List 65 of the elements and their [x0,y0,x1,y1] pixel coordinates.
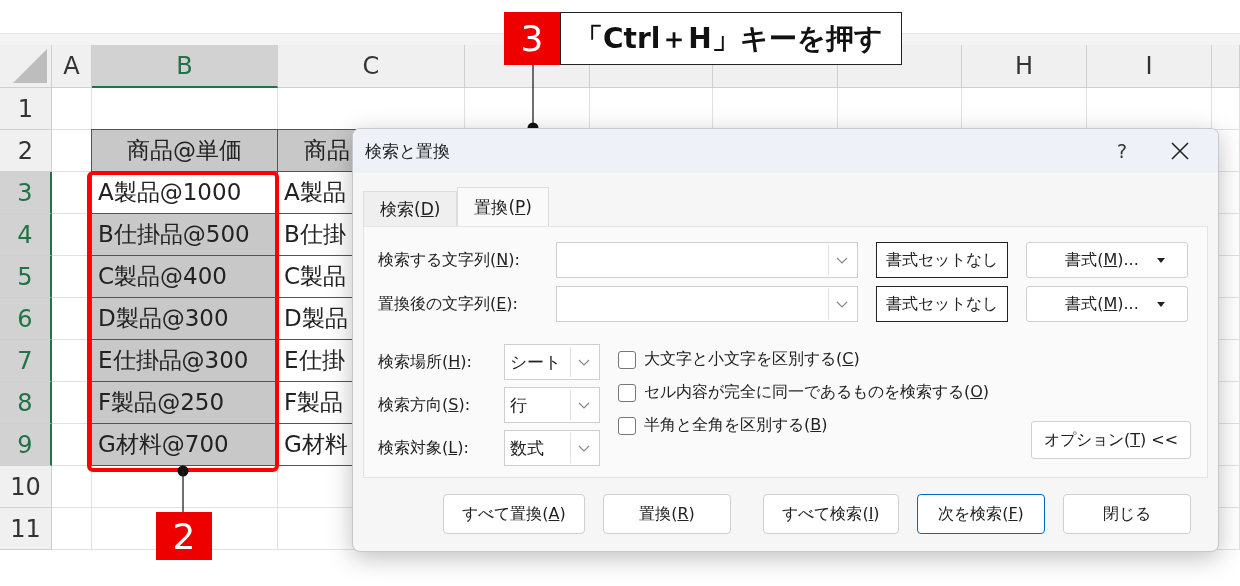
dialog-button[interactable]: 置換(R) [603,494,731,534]
table-cell: F製品@250 [91,381,278,424]
dropdown[interactable]: 行 [504,387,600,423]
clear-format-button[interactable]: 書式セットなし [876,242,1008,278]
table-cell: G材料@700 [91,423,278,466]
dialog-button[interactable]: すべて検索(I) [763,494,899,534]
row-header[interactable]: 4 [0,214,52,256]
table-cell: C製品@400 [91,255,278,298]
row-header[interactable]: 2 [0,130,52,172]
table-cell: D製品@300 [91,297,278,340]
close-icon [1171,142,1189,160]
options-button[interactable]: オプション(T) << [1031,421,1191,459]
chevron-down-icon [578,444,590,452]
dropdown[interactable]: 数式 [504,430,600,466]
leader-line [177,465,189,513]
chevron-down-icon [836,300,848,308]
column-header[interactable]: B [92,45,278,88]
callout-tooltip: 「Ctrl＋H」キーを押す [560,12,902,65]
row-header[interactable]: 6 [0,298,52,340]
step-number: 3 [504,12,560,65]
table-cell: E仕掛品@300 [91,339,278,382]
checkbox-label: 大文字と小文字を区別する(C) [644,349,860,370]
table-cell: B仕掛品@500 [91,213,278,256]
header-cell: 商品@単価 [91,129,278,172]
dropdown[interactable]: シート [504,344,600,380]
window-title: 検索と置換 [365,139,451,163]
chevron-down-icon [578,401,590,409]
caret-icon [1156,257,1165,263]
row-header[interactable]: 9 [0,424,52,466]
dialog-button[interactable]: 閉じる [1063,494,1191,534]
grid-cell [1212,88,1240,130]
row-header[interactable]: 8 [0,382,52,424]
grid-cell [52,466,92,508]
tab[interactable]: 検索(D) [363,191,458,226]
column-header[interactable]: I [1087,45,1212,88]
corner-cell[interactable] [0,45,52,88]
checkbox-label: 半角と全角を区別する(B) [644,415,828,436]
column-header[interactable]: A [52,45,92,88]
checkbox-label: セル内容が完全に同一であるものを検索する(O) [644,382,990,403]
row-header[interactable]: 1 [0,88,52,130]
dialog-button[interactable]: 次を検索(F) [917,494,1045,534]
row-header[interactable]: 10 [0,466,52,508]
row-header[interactable]: 5 [0,256,52,298]
grid-cell [52,508,92,550]
checkbox[interactable] [618,350,636,369]
format-button[interactable]: 書式(M)... [1026,242,1188,278]
format-button[interactable]: 書式(M)... [1026,286,1188,322]
row-header[interactable]: 7 [0,340,52,382]
clear-format-button[interactable]: 書式セットなし [876,286,1008,322]
checkbox[interactable] [618,416,636,435]
chevron-down-icon [836,256,848,264]
dialog-button[interactable]: すべて置換(A) [443,494,585,534]
tab[interactable]: 置換(P) [457,187,549,226]
chevron-down-icon [578,358,590,366]
row-header[interactable]: 3 [0,172,52,214]
row-header[interactable]: 11 [0,508,52,550]
step-number: 2 [156,512,212,560]
column-header[interactable]: C [278,45,465,88]
grid-cell [52,88,92,130]
caret-icon [1156,301,1165,307]
checkbox[interactable] [618,383,636,402]
input-field[interactable] [556,242,858,278]
help-button[interactable]: ? [1092,131,1152,171]
column-header[interactable]: H [962,45,1087,88]
input-field[interactable] [556,286,858,322]
